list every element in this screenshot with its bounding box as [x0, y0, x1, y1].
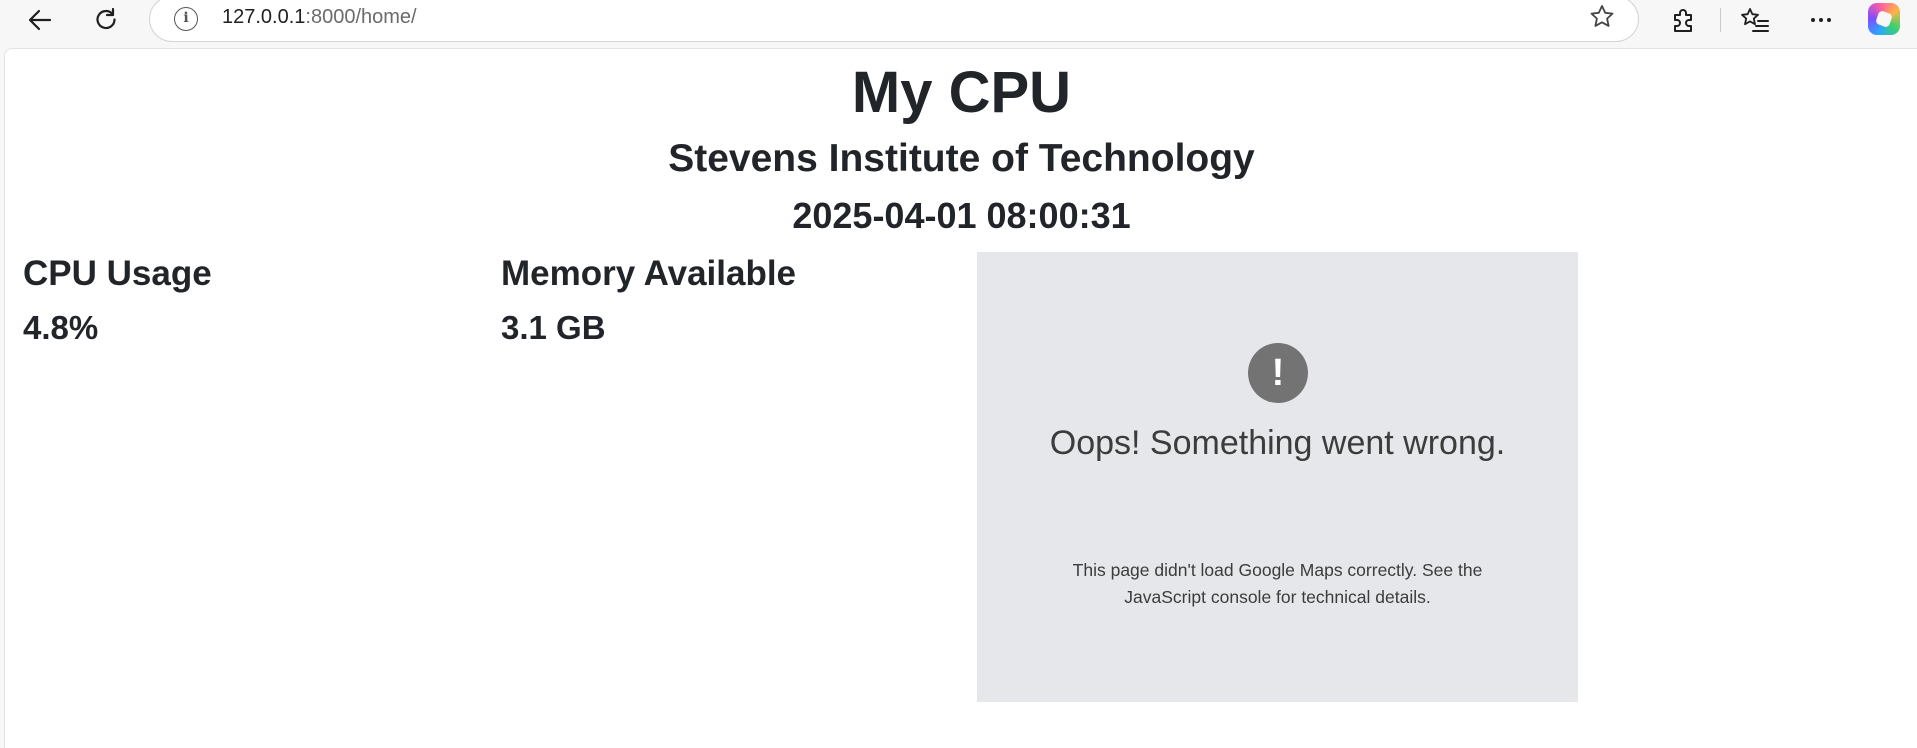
- page-viewport: My CPU Stevens Institute of Technology 2…: [4, 48, 1917, 748]
- puzzle-icon[interactable]: [1665, 2, 1701, 38]
- map-error-detail: This page didn't load Google Maps correc…: [1072, 560, 1483, 607]
- memory-available-label: Memory Available: [501, 254, 797, 293]
- more-icon[interactable]: [1803, 2, 1839, 38]
- copilot-icon[interactable]: [1868, 3, 1900, 35]
- url-text[interactable]: 127.0.0.1:8000/home/: [222, 6, 417, 29]
- back-arrow-icon[interactable]: [22, 2, 58, 38]
- reload-icon[interactable]: [88, 2, 124, 38]
- browser-toolbar: i 127.0.0.1:8000/home/: [0, 0, 1917, 42]
- map-error-title: Oops! Something went wrong.: [1049, 424, 1506, 462]
- map-error-panel: ! Oops! Something went wrong. This page …: [977, 252, 1578, 702]
- url-host: 127.0.0.1: [222, 6, 306, 28]
- timestamp: 2025-04-01 08:00:31: [792, 195, 1131, 236]
- star-icon[interactable]: [1588, 3, 1616, 38]
- page-title: My CPU: [851, 60, 1072, 125]
- info-icon[interactable]: i: [174, 7, 198, 31]
- memory-available-value: 3.1 GB: [501, 309, 606, 346]
- page-subtitle: Stevens Institute of Technology: [668, 137, 1255, 180]
- favorites-icon[interactable]: [1737, 2, 1773, 38]
- url-path: :8000/home/: [305, 6, 417, 28]
- exclamation-icon: !: [1248, 343, 1308, 403]
- address-bar[interactable]: i 127.0.0.1:8000/home/: [149, 0, 1639, 42]
- toolbar-divider: [1720, 8, 1721, 32]
- cpu-usage-value: 4.8%: [23, 309, 99, 346]
- cpu-usage-label: CPU Usage: [23, 254, 212, 293]
